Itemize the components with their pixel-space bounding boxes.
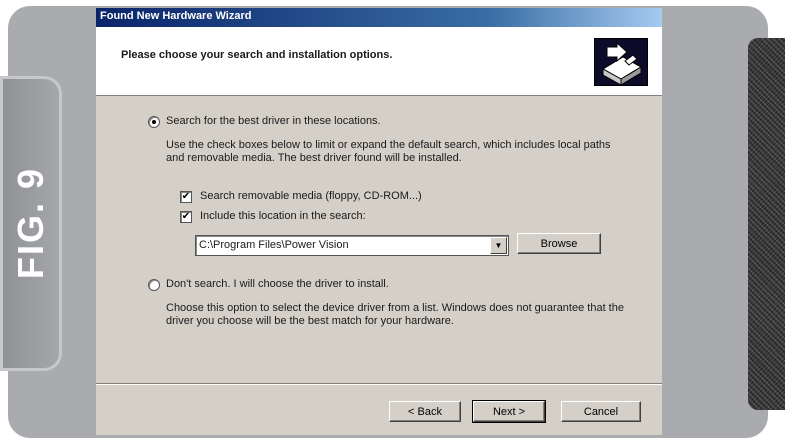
- search-radio-label[interactable]: Search for the best driver in these loca…: [166, 115, 381, 127]
- location-value: C:\Program Files\Power Vision: [199, 239, 349, 251]
- dont-search-description: Choose this option to select the device …: [166, 302, 624, 327]
- removable-media-checkbox[interactable]: ✔: [180, 191, 192, 203]
- decorative-texture: [748, 38, 785, 410]
- wizard-header: Please choose your search and installati…: [96, 27, 662, 96]
- browse-button[interactable]: Browse: [517, 233, 601, 254]
- cancel-button[interactable]: Cancel: [561, 401, 641, 422]
- wizard-dialog: Found New Hardware Wizard Please choose …: [96, 8, 662, 435]
- window-title: Found New Hardware Wizard: [100, 10, 252, 22]
- include-location-checkbox[interactable]: ✔: [180, 211, 192, 223]
- figure-label: FIG. 9: [10, 166, 51, 280]
- dont-search-label[interactable]: Don't search. I will choose the driver t…: [166, 278, 389, 290]
- back-button[interactable]: < Back: [389, 401, 461, 422]
- location-combobox[interactable]: C:\Program Files\Power Vision ▼: [195, 235, 509, 256]
- hardware-wizard-icon: [594, 38, 648, 86]
- title-bar: Found New Hardware Wizard: [96, 8, 662, 27]
- dropdown-arrow-icon[interactable]: ▼: [490, 237, 507, 254]
- figure-tab: FIG. 9: [0, 76, 62, 371]
- footer-divider: [96, 383, 662, 385]
- include-location-label[interactable]: Include this location in the search:: [200, 210, 366, 222]
- search-radio[interactable]: [148, 116, 160, 128]
- removable-media-label[interactable]: Search removable media (floppy, CD-ROM..…: [200, 190, 422, 202]
- search-description: Use the check boxes below to limit or ex…: [166, 139, 611, 164]
- header-title: Please choose your search and installati…: [121, 49, 393, 61]
- next-button[interactable]: Next >: [472, 400, 546, 423]
- dont-search-radio[interactable]: [148, 279, 160, 291]
